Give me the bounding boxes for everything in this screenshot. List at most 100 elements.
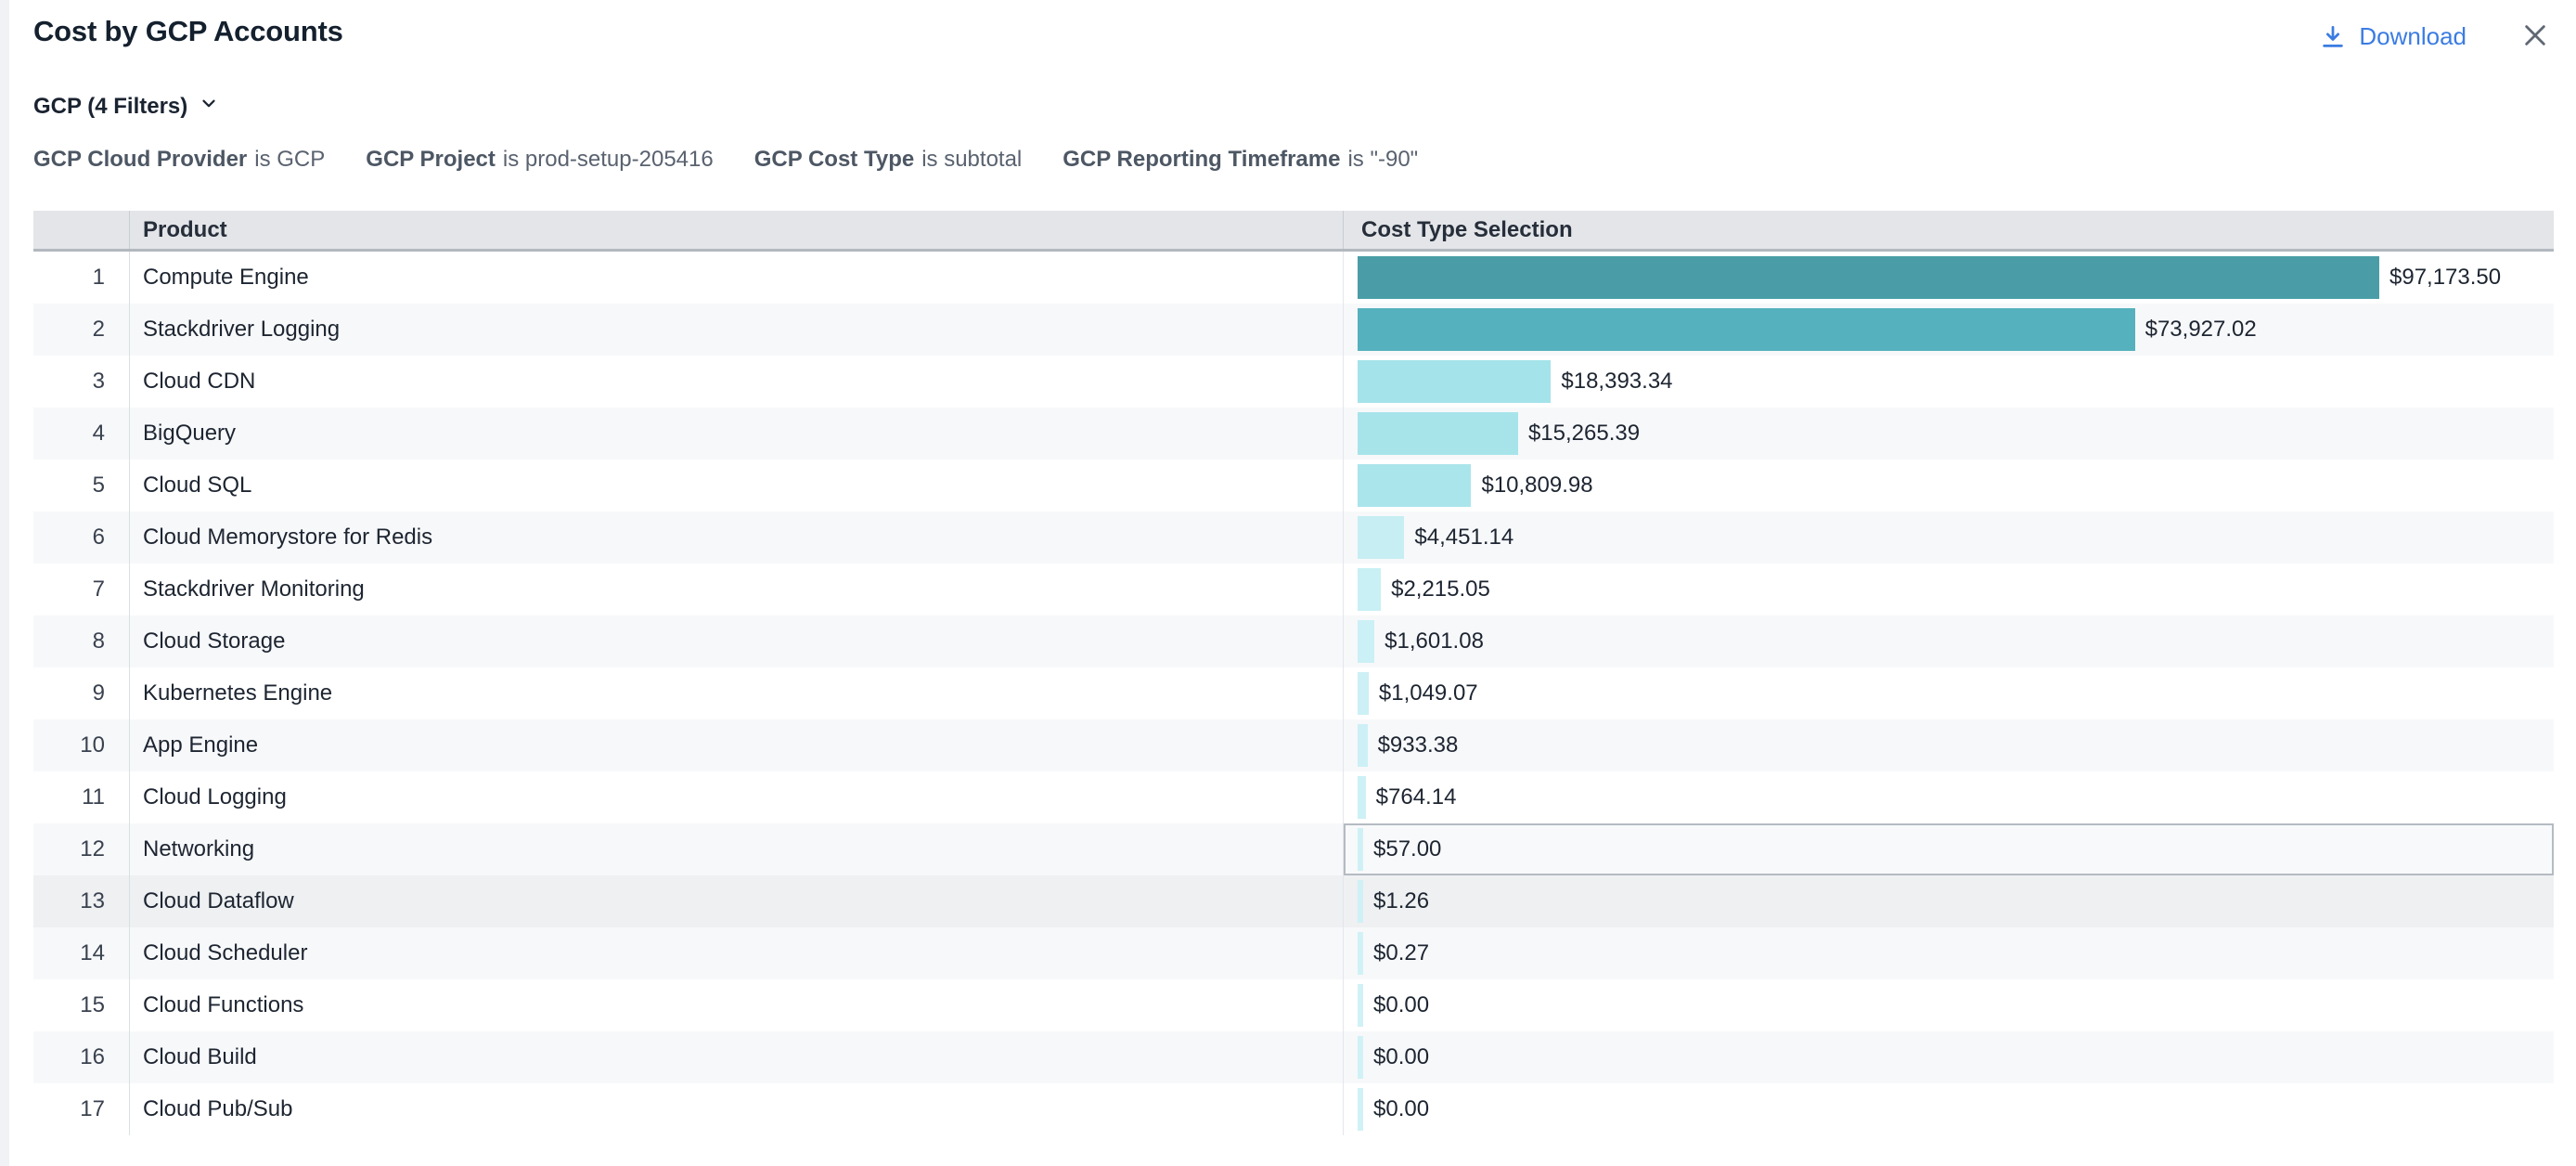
value-cell[interactable]: $0.00: [1344, 1083, 2554, 1135]
row-index: 14: [33, 927, 130, 979]
header-value-column[interactable]: Cost Type Selection: [1344, 211, 2554, 249]
value-cell[interactable]: $10,809.98: [1344, 460, 2554, 512]
cost-bar: [1358, 360, 1551, 403]
table-row: 7 Stackdriver Monitoring $2,215.05: [33, 564, 2554, 615]
cost-bar: [1358, 932, 1363, 975]
filter-chip-cost-type: GCP Cost Type is subtotal: [754, 147, 1023, 173]
value-cell[interactable]: $4,451.14: [1344, 512, 2554, 564]
chevron-down-icon: [199, 93, 219, 120]
product-cell[interactable]: Cloud Scheduler: [130, 927, 1344, 979]
value-label: $18,393.34: [1561, 369, 1672, 395]
table-row: 5 Cloud SQL $10,809.98: [33, 460, 2554, 512]
product-name: Cloud Pub/Sub: [143, 1096, 292, 1122]
product-name: Stackdriver Monitoring: [143, 577, 365, 602]
value-label: $0.00: [1373, 1044, 1429, 1070]
table-body: 1 Compute Engine $97,173.50 2 Stackdrive…: [33, 252, 2554, 1135]
cost-bar: [1358, 516, 1404, 559]
value-label: $933.38: [1378, 732, 1459, 758]
download-icon: [2319, 23, 2347, 51]
cost-bar: [1358, 672, 1369, 715]
row-index: 15: [33, 979, 130, 1031]
header-actions: Download: [2319, 20, 2550, 53]
value-cell[interactable]: $933.38: [1344, 719, 2554, 771]
product-name: Cloud Logging: [143, 784, 287, 810]
filter-relation: is subtotal: [921, 147, 1022, 172]
applied-filters: GCP Cloud Provideris GCP GCP Projectis p…: [33, 147, 1418, 173]
value-cell[interactable]: $1,049.07: [1344, 667, 2554, 719]
cost-bar: [1358, 724, 1368, 767]
value-cell[interactable]: $0.27: [1344, 927, 2554, 979]
product-name: App Engine: [143, 732, 258, 758]
table-row: 4 BigQuery $15,265.39: [33, 408, 2554, 460]
value-cell[interactable]: $1,601.08: [1344, 615, 2554, 667]
table-row: 13 Cloud Dataflow $1.26: [33, 875, 2554, 927]
product-cell[interactable]: Cloud CDN: [130, 356, 1344, 408]
value-label: $764.14: [1376, 784, 1457, 810]
cost-bar: [1358, 308, 2135, 351]
close-button[interactable]: [2520, 20, 2550, 53]
cost-bar: [1358, 1036, 1363, 1079]
value-label: $57.00: [1373, 836, 1441, 862]
row-index: 16: [33, 1031, 130, 1083]
product-cell[interactable]: Stackdriver Monitoring: [130, 564, 1344, 615]
table-row: 11 Cloud Logging $764.14: [33, 771, 2554, 823]
value-cell[interactable]: $73,927.02: [1344, 304, 2554, 356]
cost-bar: [1358, 256, 2379, 299]
product-cell[interactable]: BigQuery: [130, 408, 1344, 460]
product-cell[interactable]: Cloud Storage: [130, 615, 1344, 667]
value-cell[interactable]: $764.14: [1344, 771, 2554, 823]
filter-field: GCP Project: [366, 147, 496, 172]
product-cell[interactable]: Cloud Functions: [130, 979, 1344, 1031]
value-cell[interactable]: $15,265.39: [1344, 408, 2554, 460]
cost-bar: [1358, 880, 1363, 923]
filter-summary-dropdown[interactable]: GCP (4 Filters): [33, 93, 219, 120]
product-cell[interactable]: Networking: [130, 823, 1344, 875]
table-row: 2 Stackdriver Logging $73,927.02: [33, 304, 2554, 356]
product-name: Stackdriver Logging: [143, 317, 340, 343]
cost-bar: [1358, 776, 1366, 819]
value-cell[interactable]: $1.26: [1344, 875, 2554, 927]
table-row: 3 Cloud CDN $18,393.34: [33, 356, 2554, 408]
product-cell[interactable]: Kubernetes Engine: [130, 667, 1344, 719]
value-cell[interactable]: $0.00: [1344, 979, 2554, 1031]
page-title: Cost by GCP Accounts: [33, 15, 343, 48]
product-cell[interactable]: Compute Engine: [130, 252, 1344, 304]
filter-chip-timeframe: GCP Reporting Timeframeis "-90": [1063, 147, 1418, 173]
filter-relation: is GCP: [254, 147, 325, 172]
cost-by-gcp-accounts-dialog: Cost by GCP Accounts Download GCP (4 Fil…: [0, 0, 2576, 1166]
table-row: 10 App Engine $933.38: [33, 719, 2554, 771]
close-icon: [2520, 20, 2550, 53]
product-cell[interactable]: Cloud Dataflow: [130, 875, 1344, 927]
product-cell[interactable]: Cloud Pub/Sub: [130, 1083, 1344, 1135]
value-label: $1.26: [1373, 888, 1429, 914]
value-cell[interactable]: $18,393.34: [1344, 356, 2554, 408]
header-product-column[interactable]: Product: [130, 211, 1344, 249]
product-cell[interactable]: Cloud SQL: [130, 460, 1344, 512]
cost-bar: [1358, 568, 1381, 611]
value-cell[interactable]: $2,215.05: [1344, 564, 2554, 615]
header-index-column: [33, 211, 130, 249]
row-index: 17: [33, 1083, 130, 1135]
value-cell[interactable]: $57.00: [1344, 823, 2554, 875]
cost-bar: [1358, 464, 1471, 507]
value-cell[interactable]: $0.00: [1344, 1031, 2554, 1083]
filter-field: GCP Cost Type: [754, 147, 914, 172]
row-index: 4: [33, 408, 130, 460]
value-label: $1,049.07: [1379, 680, 1478, 706]
product-cell[interactable]: Cloud Logging: [130, 771, 1344, 823]
value-cell[interactable]: $97,173.50: [1344, 252, 2554, 304]
filter-field: GCP Cloud Provider: [33, 147, 247, 172]
product-cell[interactable]: Stackdriver Logging: [130, 304, 1344, 356]
row-index: 11: [33, 771, 130, 823]
product-name: Cloud Dataflow: [143, 888, 294, 914]
row-index: 2: [33, 304, 130, 356]
value-label: $10,809.98: [1481, 473, 1592, 499]
product-name: Networking: [143, 836, 254, 862]
product-cell[interactable]: App Engine: [130, 719, 1344, 771]
value-label: $73,927.02: [2145, 317, 2257, 343]
download-button[interactable]: Download: [2319, 22, 2467, 51]
product-cell[interactable]: Cloud Build: [130, 1031, 1344, 1083]
row-index: 9: [33, 667, 130, 719]
cost-bar: [1358, 412, 1518, 455]
product-cell[interactable]: Cloud Memorystore for Redis: [130, 512, 1344, 564]
